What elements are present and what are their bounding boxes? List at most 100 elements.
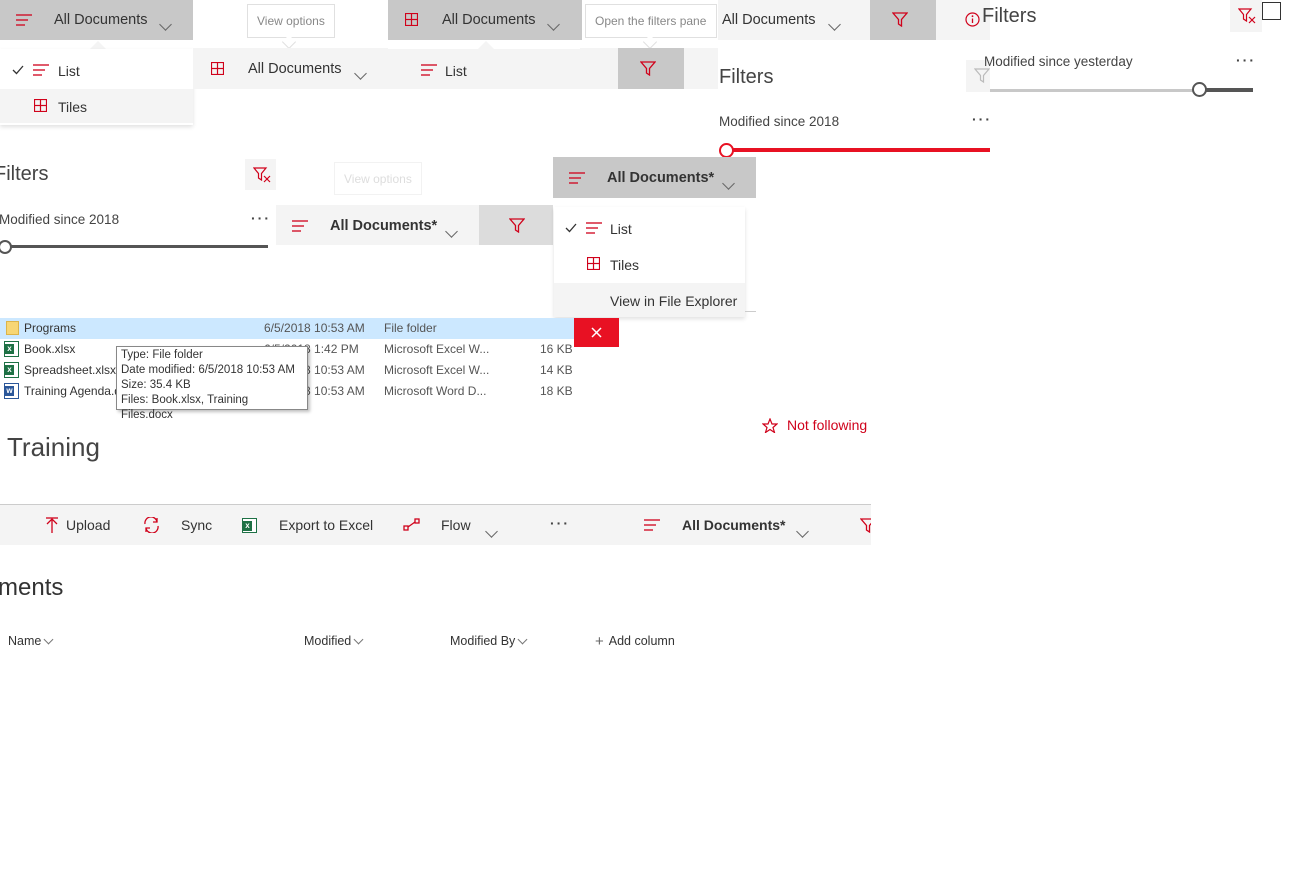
list-view-icon — [644, 519, 660, 531]
tiles-view-icon — [211, 62, 224, 75]
column-header-modified-by[interactable]: Modified By — [450, 634, 528, 648]
command-bar: Upload Sync x Export to Excel Flow ··· A… — [0, 504, 871, 545]
add-column-button[interactable]: + Add column — [595, 634, 675, 649]
chevron-down-icon — [485, 525, 498, 538]
star-icon — [762, 417, 778, 433]
follow-button[interactable]: Not following — [762, 416, 867, 434]
view-switcher-2[interactable]: All Documents — [193, 48, 388, 89]
dropdown-beak — [478, 41, 494, 49]
checkmark-icon — [565, 223, 577, 233]
folder-icon — [6, 321, 19, 335]
filters-pane-left: Filters Modified since 2018 ··· — [0, 155, 276, 260]
filter-label: Modified since yesterday — [984, 54, 1133, 69]
view-options-callout-faded: View options — [334, 162, 422, 195]
tiles-view-icon — [34, 99, 47, 112]
checkbox[interactable] — [1262, 2, 1281, 20]
folder-tooltip: Type: File folder Date modified: 6/5/201… — [116, 346, 308, 421]
filter-icon — [892, 12, 908, 27]
view-dropdown-open: List Tiles View in File Explorer — [554, 207, 745, 317]
tooltip-files: Files: Book.xlsx, Training Files.docx — [121, 394, 249, 421]
filter-label-text: Modified since yesterday — [984, 54, 1133, 69]
filter-button[interactable] — [618, 48, 684, 89]
column-label: Modified — [304, 634, 352, 648]
excel-icon: x — [242, 517, 257, 533]
file-name: Book.xlsx — [24, 342, 76, 356]
view-switcher-4[interactable]: All Documents — [718, 0, 870, 40]
library-title: ments — [0, 574, 64, 601]
menu-item-file-explorer[interactable]: View in File Explorer — [554, 283, 745, 317]
filters-pane-yesterday: Filters Modified since yesterday ··· — [982, 0, 1262, 100]
close-icon — [591, 327, 602, 338]
tiles-view-icon — [587, 257, 600, 270]
file-modified: 6/5/2018 10:53 AM — [264, 321, 365, 335]
menu-item-tiles[interactable]: Tiles — [0, 89, 193, 123]
dropdown-beak — [90, 41, 106, 49]
view-switcher-command[interactable]: All Documents* — [643, 505, 813, 545]
chevron-down-icon — [547, 18, 560, 31]
clear-filter-icon — [1238, 8, 1256, 24]
filters-title-text: Filters — [982, 5, 1037, 27]
filters-title: Filters — [719, 66, 774, 88]
clear-filters-button[interactable] — [1230, 0, 1262, 32]
callout-text: View options — [344, 171, 412, 186]
file-row[interactable]: Programs 6/5/2018 10:53 AM File folder — [0, 318, 575, 339]
info-icon — [965, 12, 980, 27]
file-type: Microsoft Excel W... — [384, 342, 490, 356]
upload-label: Upload — [66, 517, 111, 533]
menu-item-list[interactable]: List — [0, 53, 193, 87]
slider-thumb[interactable] — [719, 143, 734, 158]
date-slider[interactable] — [0, 245, 268, 248]
sync-button[interactable]: Sync — [143, 505, 212, 545]
filter-button[interactable] — [479, 205, 553, 245]
export-excel-button[interactable]: x Export to Excel — [242, 505, 373, 545]
tiles-view-icon — [405, 13, 418, 26]
word-icon: w — [4, 383, 19, 399]
menu-item-list[interactable]: List — [388, 49, 580, 89]
filter-button[interactable] — [870, 0, 936, 40]
flow-label: Flow — [441, 517, 471, 533]
more-commands-icon[interactable]: ··· — [550, 515, 570, 531]
chevron-down-icon — [517, 634, 528, 644]
more-options-icon[interactable]: ··· — [251, 210, 271, 226]
chevron-down-icon — [445, 225, 458, 238]
callout-text: Open the filters pane — [595, 14, 707, 28]
flow-button[interactable]: Flow — [403, 505, 503, 545]
view-switcher-modified[interactable]: All Documents* — [276, 205, 479, 245]
chevron-down-icon — [353, 634, 364, 644]
view-label: All Documents* — [682, 517, 786, 533]
view-switcher-1[interactable]: All Documents — [0, 0, 193, 40]
slider-thumb[interactable] — [1192, 82, 1207, 97]
more-options-icon[interactable]: ··· — [972, 111, 992, 127]
menu-item-list[interactable]: List — [554, 211, 745, 245]
menu-item-label: View in File Explorer — [610, 293, 738, 309]
date-slider-fill — [1200, 88, 1253, 92]
filter-icon[interactable] — [860, 518, 871, 533]
view-label: All Documents — [54, 12, 148, 28]
site-title: Training — [7, 432, 100, 462]
column-label: Modified By — [450, 634, 516, 648]
view-label: All Documents* — [607, 170, 715, 186]
file-name: Spreadsheet.xlsx — [24, 363, 117, 377]
menu-item-tiles[interactable]: Tiles — [554, 247, 745, 281]
sync-label: Sync — [181, 517, 213, 533]
column-header-name[interactable]: Name — [8, 634, 54, 648]
column-header-modified[interactable]: Modified — [304, 634, 364, 648]
callout-text: View options — [257, 14, 325, 28]
close-button[interactable] — [574, 318, 619, 347]
slider-thumb[interactable] — [0, 240, 12, 254]
excel-icon: x — [4, 362, 19, 378]
menu-item-label: Tiles — [610, 257, 640, 273]
view-switcher-3[interactable]: All Documents — [388, 0, 582, 40]
tooltip-date: Date modified: 6/5/2018 10:53 AM — [121, 364, 295, 376]
filters-pane-callout: Open the filters pane — [585, 4, 717, 38]
filter-icon — [640, 61, 656, 76]
upload-button[interactable]: Upload — [46, 505, 110, 545]
view-label: All Documents* — [330, 218, 438, 234]
more-options-icon[interactable]: ··· — [1236, 52, 1256, 68]
add-column-label: Add column — [608, 634, 675, 648]
clear-filters-button[interactable] — [245, 159, 276, 190]
filter-label: Modified since 2018 — [0, 212, 120, 227]
date-slider[interactable] — [721, 148, 990, 152]
view-switcher-open[interactable]: All Documents* — [553, 157, 756, 198]
file-size: 14 KB — [540, 363, 573, 377]
